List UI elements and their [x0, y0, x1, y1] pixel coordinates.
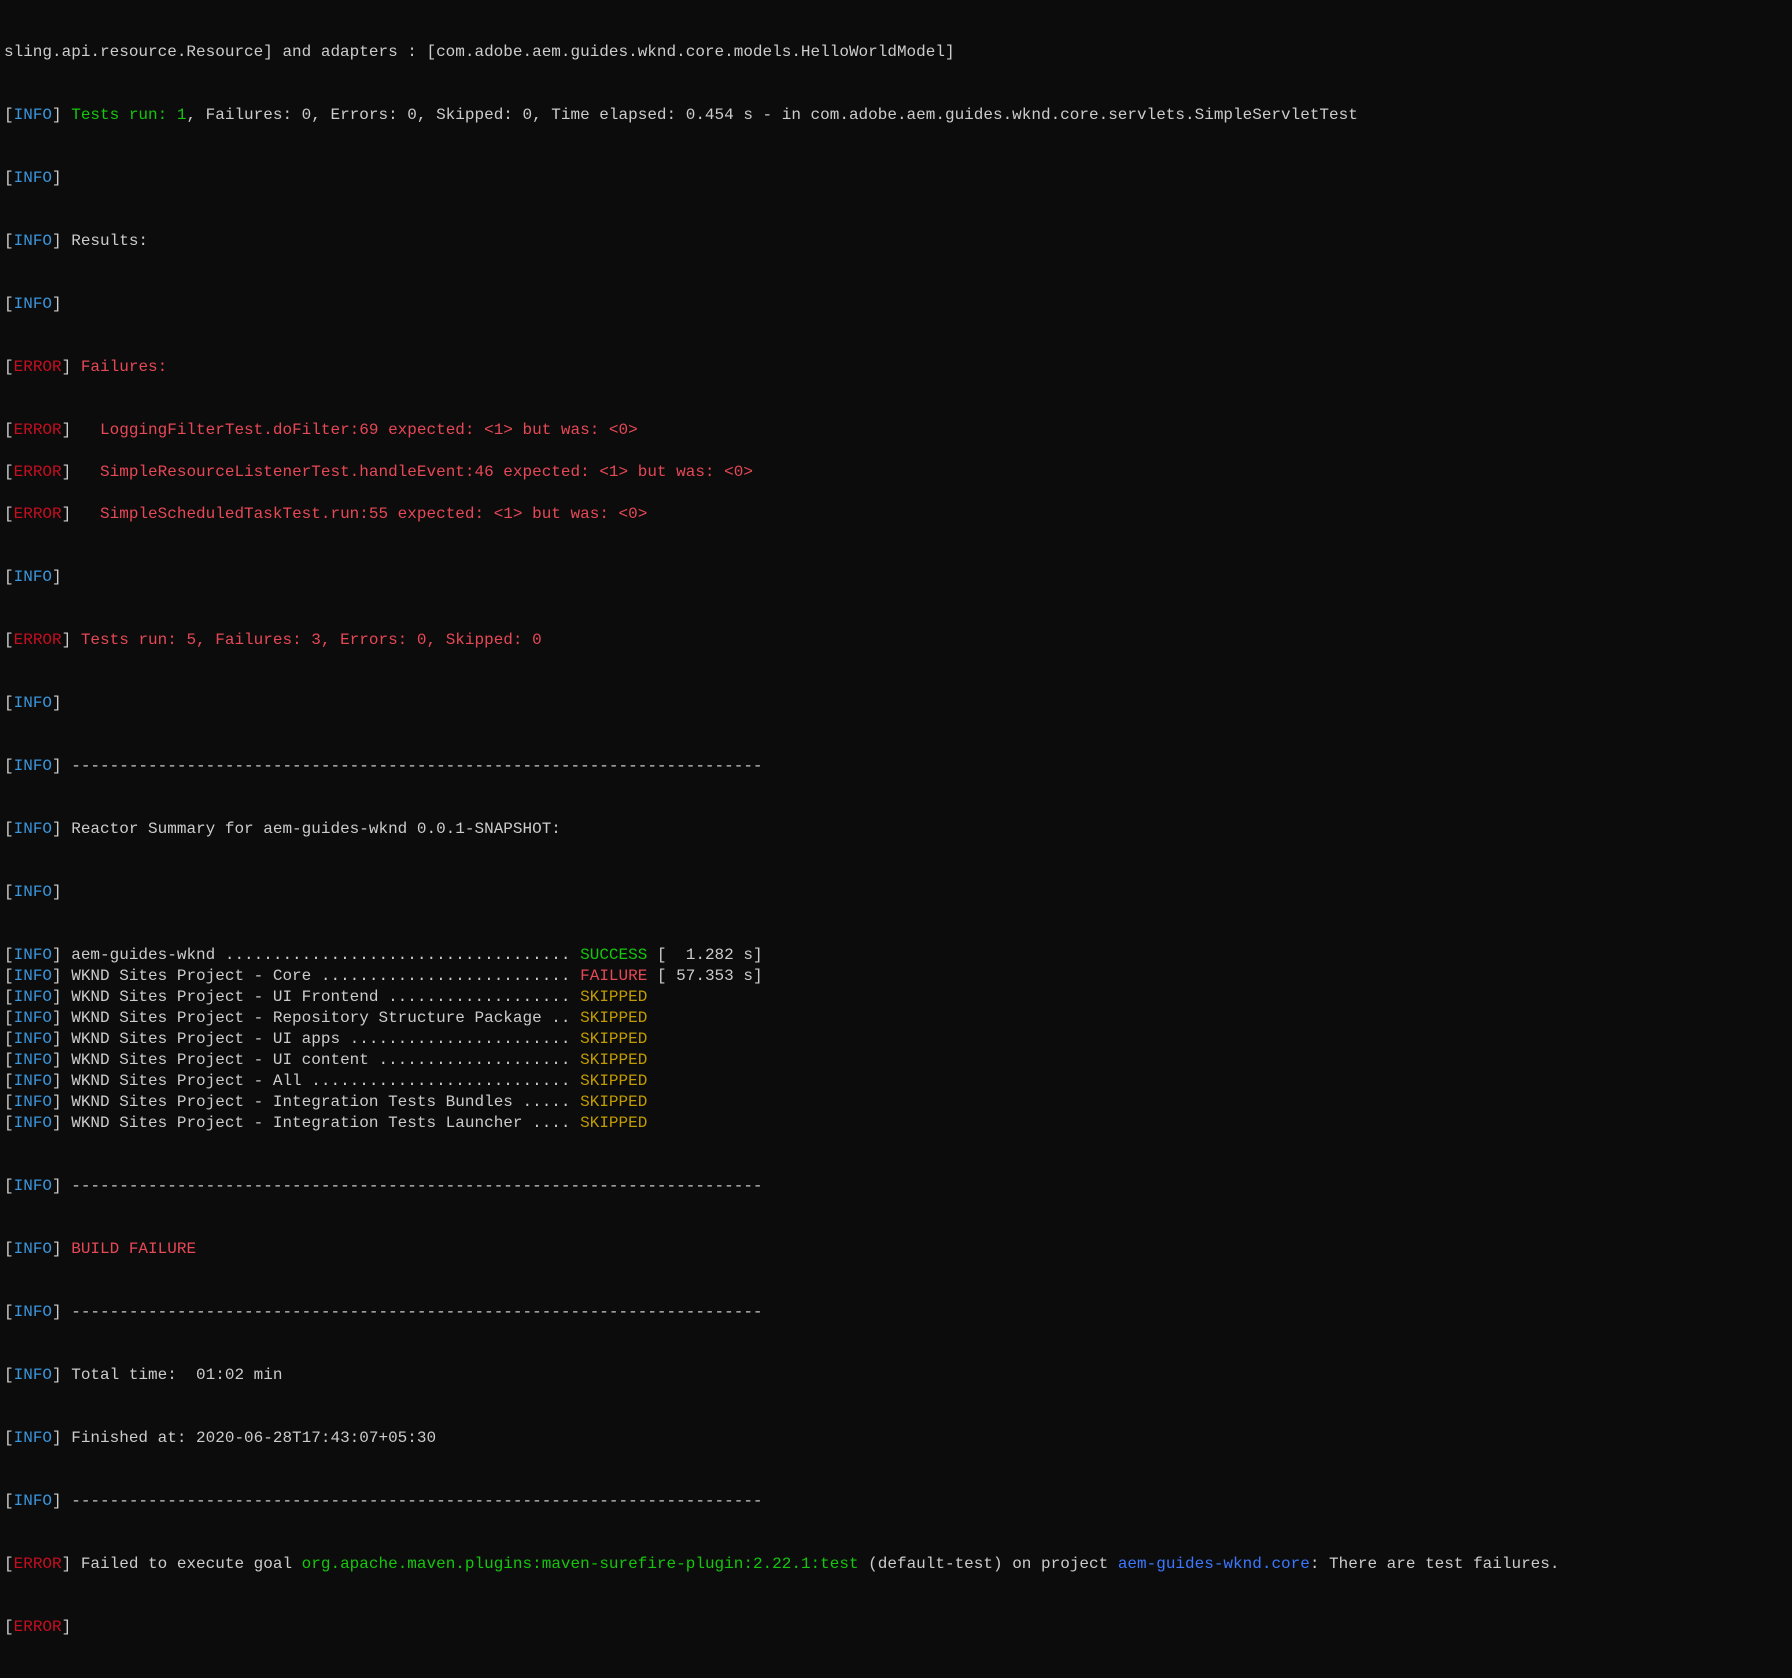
module-row: [INFO] WKND Sites Project - Integration … — [4, 1113, 1788, 1134]
module-name: WKND Sites Project - Integration Tests L… — [71, 1114, 580, 1132]
failed-goal-tail: : There are test failures. — [1310, 1555, 1560, 1573]
tag-info: INFO — [14, 757, 52, 775]
module-time: [ 1.282 s] — [647, 946, 762, 964]
tests-run-rest: , Failures: 0, Errors: 0, Skipped: 0, Ti… — [186, 106, 1194, 124]
tag-info: INFO — [14, 946, 52, 964]
failed-goal-project: aem-guides-wknd.core — [1118, 1555, 1310, 1573]
divider: ----------------------------------------… — [71, 1177, 762, 1195]
lead: sling.api.resource.Resource] and adapter… — [4, 43, 955, 61]
module-status: SKIPPED — [580, 1093, 647, 1111]
module-name: WKND Sites Project - UI apps ...........… — [71, 1030, 580, 1048]
tag-info: INFO — [14, 967, 52, 985]
tag-error: ERROR — [14, 421, 62, 439]
module-name: WKND Sites Project - All ...............… — [71, 1072, 580, 1090]
module-name: WKND Sites Project - Repository Structur… — [71, 1009, 580, 1027]
failed-goal-plugin: org.apache.maven.plugins:maven-surefire-… — [302, 1555, 859, 1573]
failed-goal-mid: (default-test) — [859, 1555, 1013, 1573]
divider: ----------------------------------------… — [71, 1492, 762, 1510]
tag-info: INFO — [14, 1009, 52, 1027]
module-time: [ 57.353 s] — [647, 967, 762, 985]
build-failure: BUILD FAILURE — [71, 1240, 196, 1258]
tag-info: INFO — [14, 568, 52, 586]
tag-info: INFO — [14, 694, 52, 712]
tag-error: ERROR — [14, 505, 62, 523]
module-row: [INFO] WKND Sites Project - UI Frontend … — [4, 987, 1788, 1008]
module-row: [INFO] WKND Sites Project - Repository S… — [4, 1008, 1788, 1029]
module-list: [INFO] aem-guides-wknd .................… — [4, 945, 1788, 1134]
tag-error: ERROR — [14, 358, 62, 376]
tag-info: INFO — [14, 106, 52, 124]
tag-info: INFO — [14, 883, 52, 901]
tag-info: INFO — [14, 1429, 52, 1447]
module-row: [INFO] WKND Sites Project - Core .......… — [4, 966, 1788, 987]
failure-1: LoggingFilterTest.doFilter:69 expected: … — [81, 421, 638, 439]
tag-info: INFO — [14, 1093, 52, 1111]
tag-info: INFO — [14, 169, 52, 187]
module-status: SKIPPED — [580, 1009, 647, 1027]
module-name: WKND Sites Project - UI Frontend .......… — [71, 988, 580, 1006]
tests-run: Tests run: 1 — [71, 106, 186, 124]
tag-error: ERROR — [14, 463, 62, 481]
module-name: WKND Sites Project - Core ..............… — [71, 967, 580, 985]
module-status: SKIPPED — [580, 1114, 647, 1132]
module-name: WKND Sites Project - UI content ........… — [71, 1051, 580, 1069]
module-row: [INFO] WKND Sites Project - All ........… — [4, 1071, 1788, 1092]
tag-info: INFO — [14, 1051, 52, 1069]
failures-header: Failures: — [81, 358, 177, 376]
module-name: aem-guides-wknd ........................… — [71, 946, 580, 964]
tag-info: INFO — [14, 1072, 52, 1090]
failure-2: SimpleResourceListenerTest.handleEvent:4… — [81, 463, 753, 481]
tag-info: INFO — [14, 1114, 52, 1132]
failed-goal-on: on project — [1012, 1555, 1118, 1573]
module-row: [INFO] WKND Sites Project - Integration … — [4, 1092, 1788, 1113]
module-name: WKND Sites Project - Integration Tests B… — [71, 1093, 580, 1111]
failure-3: SimpleScheduledTaskTest.run:55 expected:… — [81, 505, 648, 523]
module-status: SKIPPED — [580, 988, 647, 1006]
tests-run-class: SimpleServletTest — [1195, 106, 1358, 124]
tag-info: INFO — [14, 820, 52, 838]
tag-info: INFO — [14, 295, 52, 313]
finished-at: Finished at: 2020-06-28T17:43:07+05:30 — [71, 1429, 436, 1447]
tests-summary: Tests run: 5, Failures: 3, Errors: 0, Sk… — [81, 631, 542, 649]
module-row: [INFO] aem-guides-wknd .................… — [4, 945, 1788, 966]
tag-info: INFO — [14, 232, 52, 250]
module-status: FAILURE — [580, 967, 647, 985]
tag-info: INFO — [14, 1240, 52, 1258]
module-status: SKIPPED — [580, 1030, 647, 1048]
divider: ----------------------------------------… — [71, 757, 762, 775]
tag-info: INFO — [14, 1492, 52, 1510]
reactor-header: Reactor Summary for aem-guides-wknd 0.0.… — [71, 820, 561, 838]
tag-info: INFO — [14, 1366, 52, 1384]
module-row: [INFO] WKND Sites Project - UI apps ....… — [4, 1029, 1788, 1050]
module-status: SUCCESS — [580, 946, 647, 964]
tag-info: INFO — [14, 1030, 52, 1048]
tag-error: ERROR — [14, 1555, 62, 1573]
tag-info: INFO — [14, 1177, 52, 1195]
results-header: Results: — [71, 232, 148, 250]
module-status: SKIPPED — [580, 1072, 647, 1090]
total-time: Total time: 01:02 min — [71, 1366, 282, 1384]
module-row: [INFO] WKND Sites Project - UI content .… — [4, 1050, 1788, 1071]
tag-error: ERROR — [14, 1618, 62, 1636]
divider: ----------------------------------------… — [71, 1303, 762, 1321]
module-status: SKIPPED — [580, 1051, 647, 1069]
failed-goal-pre: Failed to execute goal — [81, 1555, 302, 1573]
tag-error: ERROR — [14, 631, 62, 649]
tag-info: INFO — [14, 1303, 52, 1321]
tag-info: INFO — [14, 988, 52, 1006]
terminal-output: sling.api.resource.Resource] and adapter… — [0, 0, 1792, 1678]
